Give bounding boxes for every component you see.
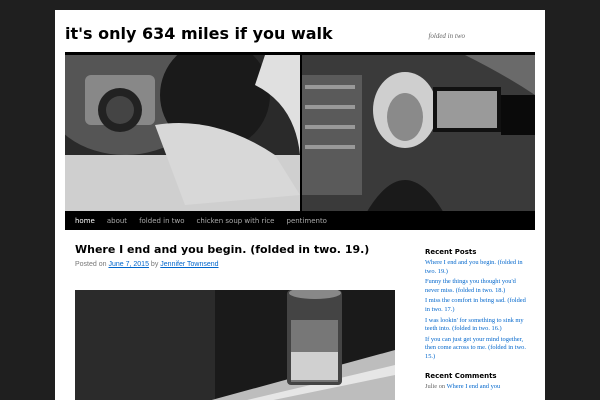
- site-description: folded in two: [428, 32, 465, 40]
- comment-on-label: on: [438, 382, 446, 390]
- post-meta: Posted on June 7, 2015 by Jennifer Towns…: [75, 261, 395, 268]
- recent-post-link[interactable]: If you can just get your mind together, …: [425, 336, 526, 360]
- recent-post-item[interactable]: Funny the things you thought you'd never…: [425, 278, 530, 295]
- recent-posts-widget: Recent Posts Where I end and you begin. …: [425, 248, 530, 362]
- comment-author: Julie: [425, 382, 438, 390]
- sidebar: Recent Posts Where I end and you begin. …: [425, 248, 530, 393]
- main-nav: home about folded in two chicken soup wi…: [65, 211, 535, 230]
- recent-post-item[interactable]: I was lookin' for something to sink my t…: [425, 317, 530, 334]
- recent-post-link[interactable]: Where I end and you begin. (folded in tw…: [425, 259, 523, 275]
- post-date-link[interactable]: June 7, 2015: [108, 261, 148, 268]
- recent-posts-title: Recent Posts: [425, 248, 477, 256]
- site-title[interactable]: it's only 634 miles if you walk: [65, 24, 333, 43]
- post-title[interactable]: Where I end and you begin. (folded in tw…: [75, 243, 395, 256]
- posted-on-label: Posted on: [75, 261, 107, 268]
- recent-post-link[interactable]: I was lookin' for something to sink my t…: [425, 317, 524, 333]
- nav-item-folded-in-two[interactable]: folded in two: [133, 217, 190, 225]
- recent-comments-title: Recent Comments: [425, 371, 497, 380]
- recent-comment-item: Julie on Where I end and you: [425, 383, 530, 392]
- nav-item-home[interactable]: home: [69, 217, 101, 225]
- post-author-link[interactable]: Jennifer Townsend: [160, 261, 218, 268]
- header-image: [65, 52, 535, 219]
- nav-item-about[interactable]: about: [101, 217, 133, 225]
- recent-comments-widget: Recent Comments Julie on Where I end and…: [425, 372, 530, 392]
- recent-post-item[interactable]: Where I end and you begin. (folded in tw…: [425, 259, 530, 276]
- recent-post-item[interactable]: I miss the comfort in being sad. (folded…: [425, 297, 530, 314]
- by-label: by: [150, 261, 159, 268]
- recent-post-link[interactable]: Funny the things you thought you'd never…: [425, 278, 516, 294]
- post-image: [75, 290, 395, 400]
- page: it's only 634 miles if you walk folded i…: [55, 10, 545, 400]
- recent-post-link[interactable]: I miss the comfort in being sad. (folded…: [425, 297, 526, 313]
- nav-item-chicken-soup-with-rice[interactable]: chicken soup with rice: [191, 217, 281, 225]
- nav-item-pentimento[interactable]: pentimento: [281, 217, 333, 225]
- comment-post-link[interactable]: Where I end and you: [447, 383, 501, 390]
- recent-post-item[interactable]: If you can just get your mind together, …: [425, 336, 530, 362]
- content: Where I end and you begin. (folded in tw…: [75, 243, 395, 268]
